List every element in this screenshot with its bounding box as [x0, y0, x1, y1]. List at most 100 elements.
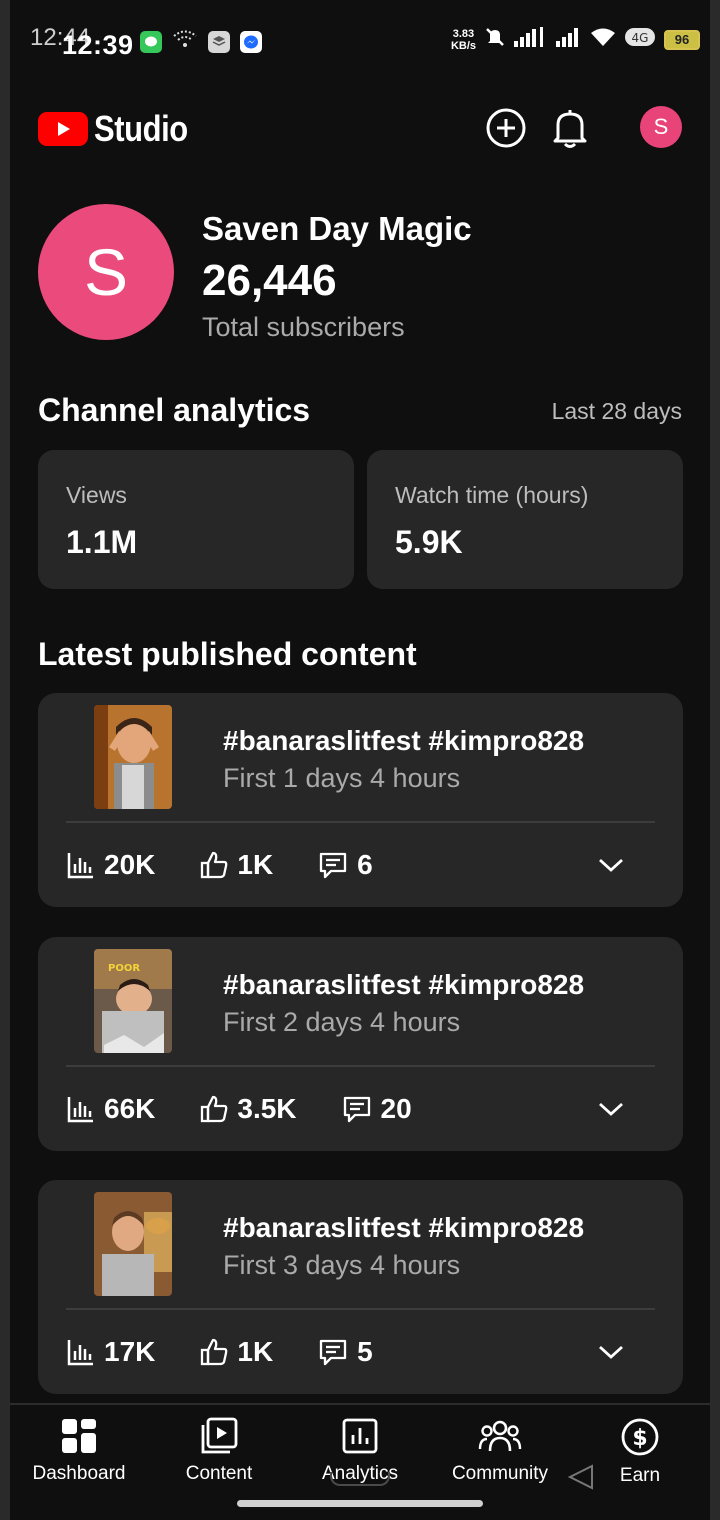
likes-stat: 1K — [199, 849, 273, 881]
card-divider — [66, 1308, 655, 1310]
status-bar: 12:44 12:39 3.83 KB/s 4G 96 — [30, 20, 700, 64]
nav-dashboard-label: Dashboard — [32, 1463, 126, 1484]
likes-count: 1K — [237, 1336, 274, 1367]
video-stats: 17K 1K 5 — [66, 1330, 655, 1374]
bell-icon — [553, 110, 587, 148]
analytics-heading: Channel analytics — [38, 392, 311, 428]
video-thumbnail[interactable]: POOR — [94, 949, 172, 1053]
channel-summary: S Saven Day Magic 26,446 Total subscribe… — [38, 204, 682, 344]
bar-chart-icon — [67, 853, 93, 879]
nav-earn-label: Earn — [619, 1465, 661, 1486]
nav-content-label: Content — [185, 1463, 253, 1484]
watch-time-value: 5.9K — [395, 524, 463, 560]
chevron-down-icon — [599, 1345, 623, 1359]
nav-overlay-pill — [330, 1472, 390, 1486]
comments-stat: 6 — [317, 849, 373, 881]
nav-community-label: Community — [451, 1463, 549, 1484]
studio-logo[interactable]: Studio — [38, 108, 203, 150]
video-period: First 2 days 4 hours — [223, 1007, 461, 1037]
bar-chart-icon — [67, 1097, 93, 1123]
bar-chart-icon — [67, 1340, 93, 1366]
nav-community[interactable]: Community — [430, 1417, 570, 1485]
analytics-icon — [342, 1418, 378, 1454]
thumbs-up-icon — [201, 1338, 228, 1366]
video-period: First 3 days 4 hours — [223, 1250, 461, 1280]
comment-icon — [320, 852, 347, 879]
thumbs-up-icon — [201, 851, 228, 879]
svg-text:4G: 4G — [632, 31, 649, 45]
home-indicator[interactable] — [237, 1500, 483, 1507]
mute-icon — [484, 26, 506, 53]
logo-text: Studio — [94, 108, 188, 149]
nav-content[interactable]: Content — [149, 1417, 289, 1485]
card-divider — [66, 821, 655, 823]
expand-button[interactable] — [589, 843, 633, 887]
subscriber-label: Total subscribers — [202, 312, 405, 342]
wifi-small-icon — [172, 28, 198, 55]
dollar-circle-icon: $ — [621, 1418, 659, 1456]
chevron-down-icon — [599, 858, 623, 872]
screen-edge-left — [0, 0, 10, 1520]
messenger-app-icon — [240, 30, 262, 53]
expand-button[interactable] — [589, 1087, 633, 1131]
views-value: 1.1M — [66, 524, 138, 560]
comments-stat: 20 — [341, 1093, 412, 1125]
content-card[interactable]: POOR #banaraslitfest #kimpro828 First 2 … — [38, 937, 683, 1151]
video-stats: 20K 1K 6 — [66, 843, 655, 887]
battery-indicator: 96 — [664, 29, 700, 50]
watch-time-card[interactable]: Watch time (hours) 5.9K — [367, 450, 683, 589]
plus-circle-icon — [486, 108, 526, 148]
video-thumbnail[interactable] — [94, 1192, 172, 1296]
video-period: First 1 days 4 hours — [223, 763, 461, 793]
community-icon — [478, 1420, 522, 1452]
signal-icon-2 — [556, 27, 582, 52]
svg-text:$: $ — [632, 1426, 647, 1451]
video-title: #banaraslitfest #kimpro828 — [223, 725, 585, 756]
network-speed: 3.83 KB/s — [451, 28, 476, 52]
views-stat: 17K — [66, 1336, 155, 1368]
app-header: Studio S — [38, 104, 682, 150]
analytics-range: Last 28 days — [551, 398, 682, 424]
thumbnail-caption: POOR — [108, 963, 140, 974]
thumbs-up-icon — [201, 1095, 228, 1123]
likes-stat: 3.5K — [199, 1093, 297, 1125]
likes-stat: 1K — [199, 1336, 273, 1368]
expand-button[interactable] — [589, 1330, 633, 1374]
watch-time-label: Watch time (hours) — [395, 482, 589, 508]
notification-icons — [140, 28, 262, 55]
notifications-button[interactable] — [548, 106, 592, 150]
comment-icon — [320, 1339, 347, 1366]
comments-count: 5 — [357, 1336, 373, 1367]
views-card[interactable]: Views 1.1M — [38, 450, 354, 589]
nav-dashboard[interactable]: Dashboard — [9, 1417, 149, 1485]
video-title: #banaraslitfest #kimpro828 — [223, 969, 585, 1000]
content-card[interactable]: #banaraslitfest #kimpro828 First 3 days … — [38, 1180, 683, 1394]
app-screen: 12:44 12:39 3.83 KB/s 4G 96 Studio S S S… — [0, 0, 720, 1520]
video-thumbnail[interactable] — [94, 705, 172, 809]
create-button[interactable] — [484, 106, 528, 150]
wifi-icon — [590, 27, 616, 52]
comments-count: 6 — [357, 849, 373, 880]
views-stat: 20K — [66, 849, 155, 881]
layers-app-icon — [208, 30, 230, 53]
latest-content-heading: Latest published content — [38, 636, 417, 672]
youtube-play-icon — [38, 112, 88, 146]
back-gesture-icon[interactable] — [566, 1462, 596, 1492]
channel-avatar[interactable]: S — [38, 204, 174, 340]
messages-app-icon — [140, 30, 162, 53]
system-icons: 3.83 KB/s 4G 96 — [451, 26, 700, 53]
status-time: 12:39 — [62, 30, 134, 60]
content-card[interactable]: #banaraslitfest #kimpro828 First 1 days … — [38, 693, 683, 907]
channel-name: Saven Day Magic — [202, 210, 472, 247]
comment-icon — [343, 1096, 370, 1123]
views-count: 20K — [104, 849, 156, 880]
video-title: #banaraslitfest #kimpro828 — [223, 1212, 585, 1243]
card-divider — [66, 1065, 655, 1067]
comments-count: 20 — [380, 1093, 412, 1124]
account-avatar[interactable]: S — [640, 106, 682, 148]
comments-stat: 5 — [317, 1336, 373, 1368]
likes-count: 3.5K — [237, 1093, 297, 1124]
subscriber-count: 26,446 — [202, 256, 337, 305]
screen-edge-right — [710, 0, 720, 1520]
video-stats: 66K 3.5K 20 — [66, 1087, 655, 1131]
